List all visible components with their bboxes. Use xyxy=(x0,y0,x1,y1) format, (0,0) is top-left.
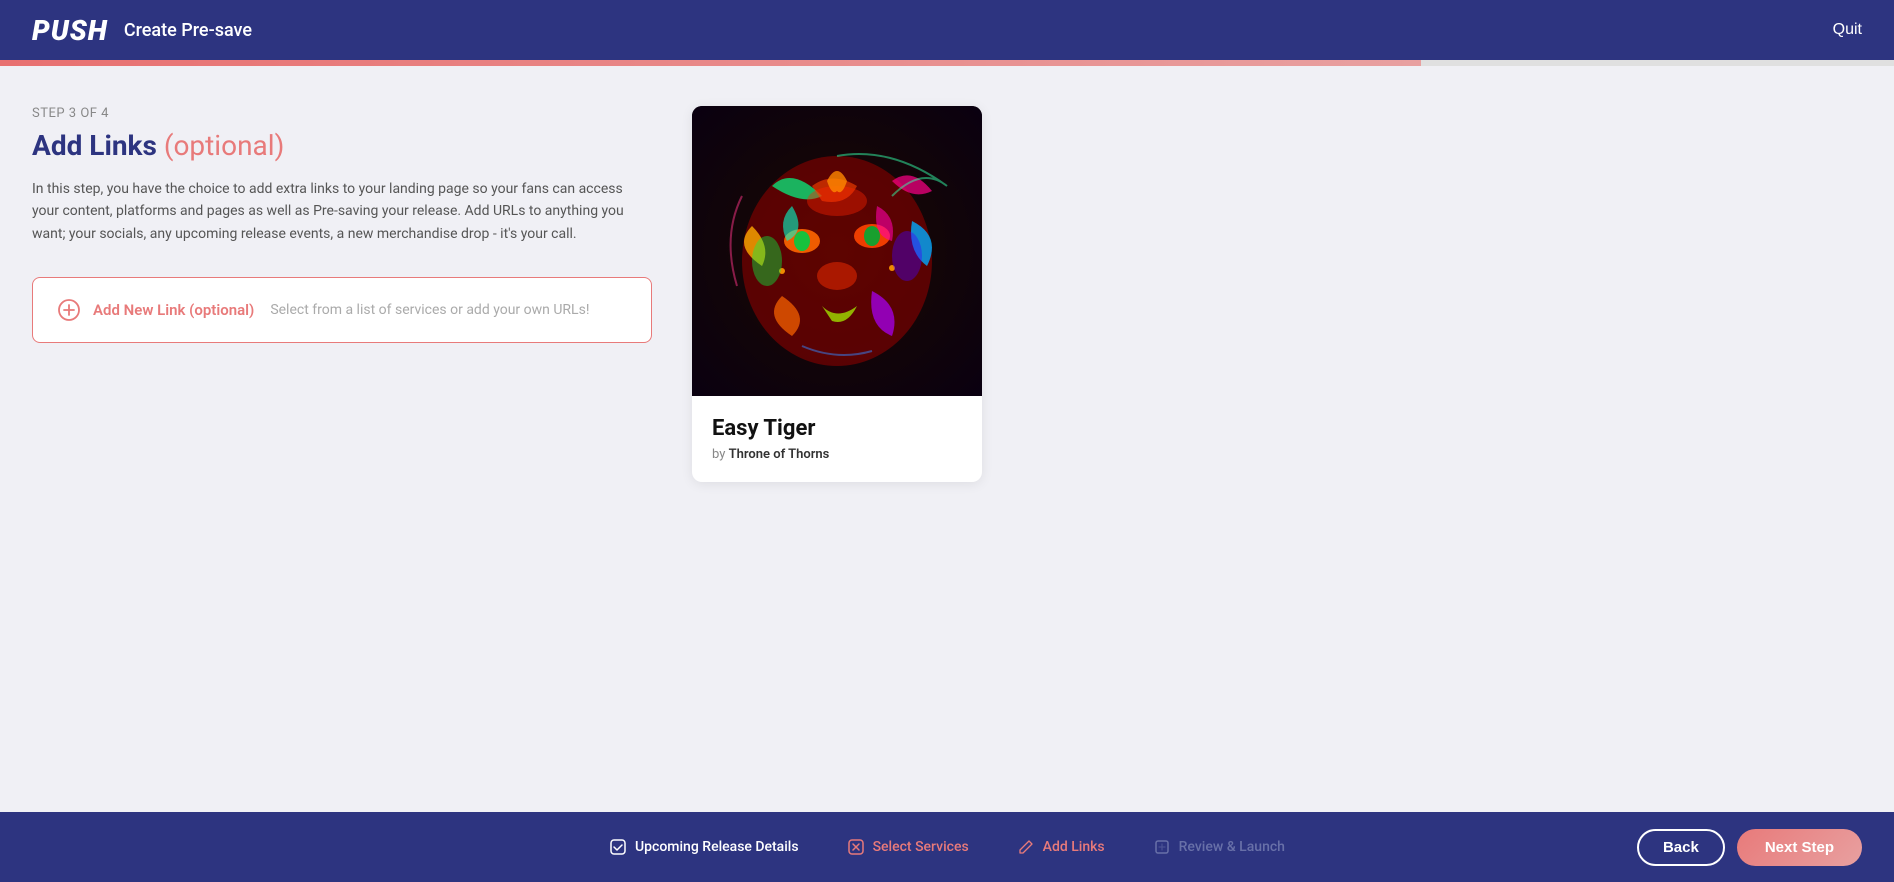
add-link-hint: Select from a list of services or add yo… xyxy=(270,302,589,318)
next-step-button[interactable]: Next Step xyxy=(1737,829,1862,866)
logo: PUSH xyxy=(32,14,108,47)
x-icon xyxy=(847,838,865,856)
check-icon xyxy=(609,838,627,856)
footer-step-select-services: Select Services xyxy=(823,838,993,856)
footer-nav: Back Next Step xyxy=(1637,829,1862,866)
footer: Upcoming Release Details Select Services… xyxy=(0,812,1894,882)
footer-step-label-links: Add Links xyxy=(1043,839,1105,855)
footer-step-upcoming-release: Upcoming Release Details xyxy=(585,838,823,856)
footer-step-review: Review & Launch xyxy=(1129,838,1309,856)
plus-icon xyxy=(57,298,81,322)
footer-steps: Upcoming Release Details Select Services… xyxy=(32,838,1862,856)
by-label: by xyxy=(712,447,725,462)
step-label: STEP 3 OF 4 xyxy=(32,106,652,121)
album-by: by Throne of Thorns xyxy=(712,447,962,462)
header-left: PUSH Create Pre-save xyxy=(32,14,252,47)
footer-step-label-upcoming: Upcoming Release Details xyxy=(635,839,799,855)
page-description: In this step, you have the choice to add… xyxy=(32,178,652,245)
page-title: Add Links (optional) xyxy=(32,129,652,162)
album-info: Easy Tiger by Throne of Thorns xyxy=(692,396,982,482)
quit-button[interactable]: Quit xyxy=(1833,21,1862,39)
back-button[interactable]: Back xyxy=(1637,829,1725,866)
edit-icon xyxy=(1017,838,1035,856)
add-link-label: Add New Link (optional) xyxy=(93,301,254,319)
page-title-main: Add Links xyxy=(32,129,157,162)
album-artwork xyxy=(692,106,982,396)
page-title-optional: (optional) xyxy=(164,129,284,162)
footer-step-add-links: Add Links xyxy=(993,838,1129,856)
box-icon xyxy=(1153,838,1171,856)
album-card: Easy Tiger by Throne of Thorns xyxy=(692,106,982,482)
content-wrapper: STEP 3 OF 4 Add Links (optional) In this… xyxy=(32,106,1232,792)
add-new-link-box[interactable]: Add New Link (optional) Select from a li… xyxy=(32,277,652,343)
left-panel: STEP 3 OF 4 Add Links (optional) In this… xyxy=(32,106,652,792)
main-content: STEP 3 OF 4 Add Links (optional) In this… xyxy=(0,66,1894,812)
header-title: Create Pre-save xyxy=(124,20,252,41)
album-artist: Throne of Thorns xyxy=(729,447,830,462)
album-title: Easy Tiger xyxy=(712,416,962,441)
footer-step-label-review: Review & Launch xyxy=(1179,839,1285,855)
app-header: PUSH Create Pre-save Quit xyxy=(0,0,1894,60)
footer-step-label-services: Select Services xyxy=(873,839,969,855)
right-panel: Easy Tiger by Throne of Thorns xyxy=(692,106,982,792)
